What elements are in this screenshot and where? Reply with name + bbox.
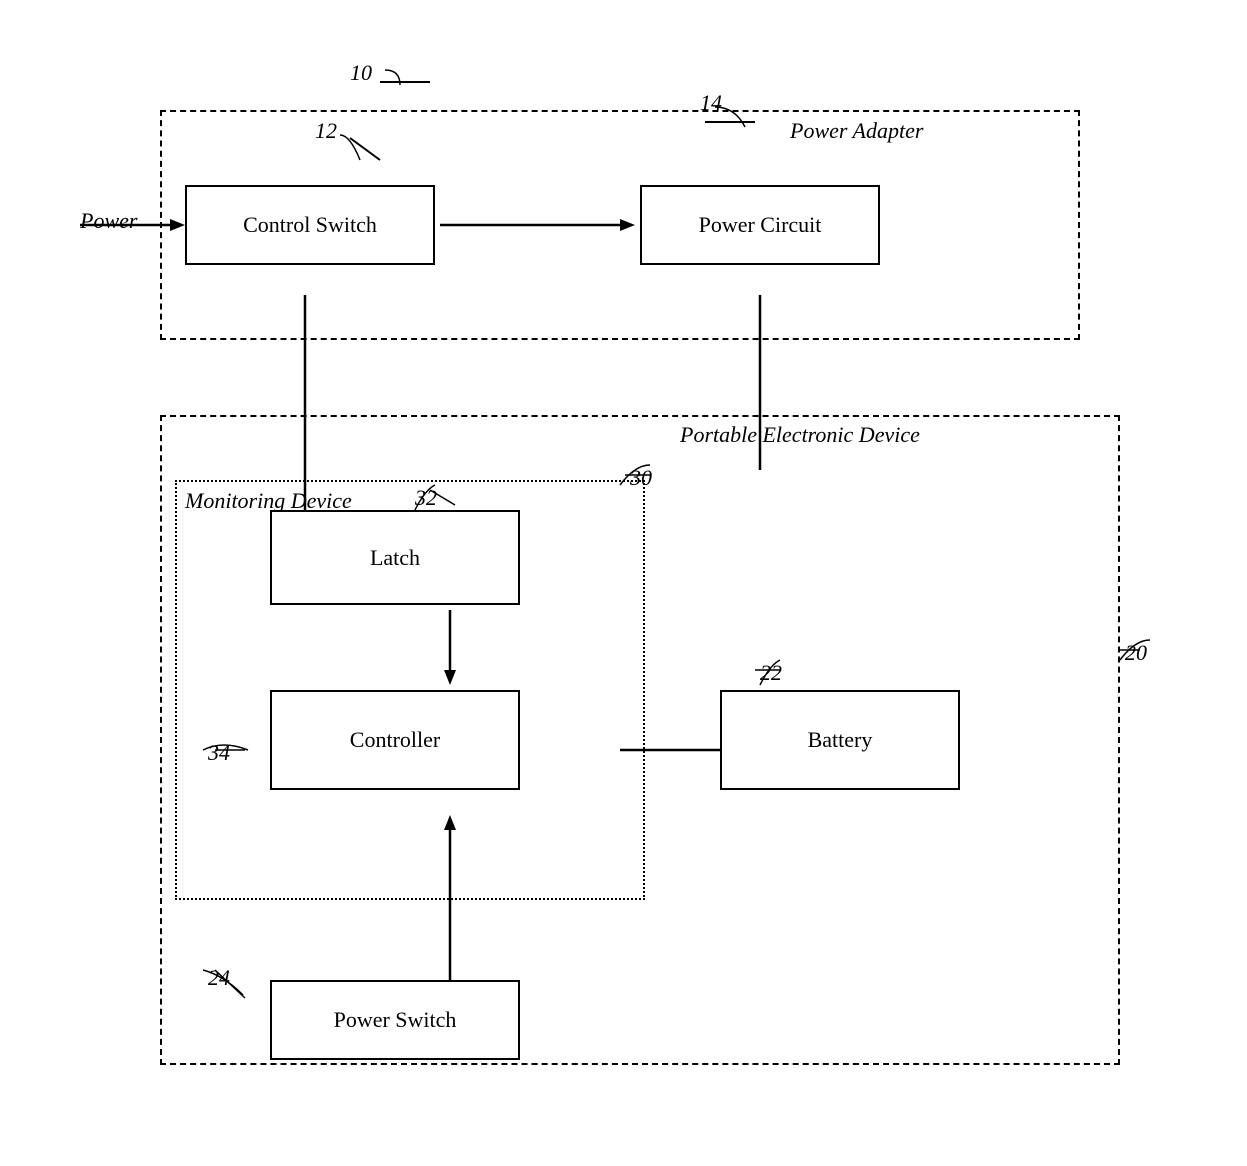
controller-box: Controller <box>270 690 520 790</box>
latch-box: Latch <box>270 510 520 605</box>
power-input-label: Power <box>80 208 137 234</box>
diagram-container: 10 Power Adapter 14 12 Power Control Swi… <box>60 30 1190 1130</box>
power-circuit-box: Power Circuit <box>640 185 880 265</box>
ref-12: 12 <box>315 118 337 144</box>
control-switch-label: Control Switch <box>243 212 377 238</box>
battery-label: Battery <box>808 727 873 753</box>
power-switch-box: Power Switch <box>270 980 520 1060</box>
ref-10-leader <box>360 65 410 90</box>
portable-device-label: Portable Electronic Device <box>680 422 920 448</box>
ref-24-leader <box>198 960 258 1000</box>
latch-label: Latch <box>370 545 420 571</box>
control-switch-box: Control Switch <box>185 185 435 265</box>
power-switch-label: Power Switch <box>334 1007 457 1033</box>
ref-20-leader <box>1115 635 1155 665</box>
battery-box: Battery <box>720 690 960 790</box>
ref-14: 14 <box>700 90 722 116</box>
controller-label: Controller <box>350 727 440 753</box>
ref-34-leader <box>198 735 253 765</box>
power-adapter-label: Power Adapter <box>790 118 923 144</box>
power-circuit-label: Power Circuit <box>699 212 822 238</box>
ref-22-leader <box>750 655 800 690</box>
